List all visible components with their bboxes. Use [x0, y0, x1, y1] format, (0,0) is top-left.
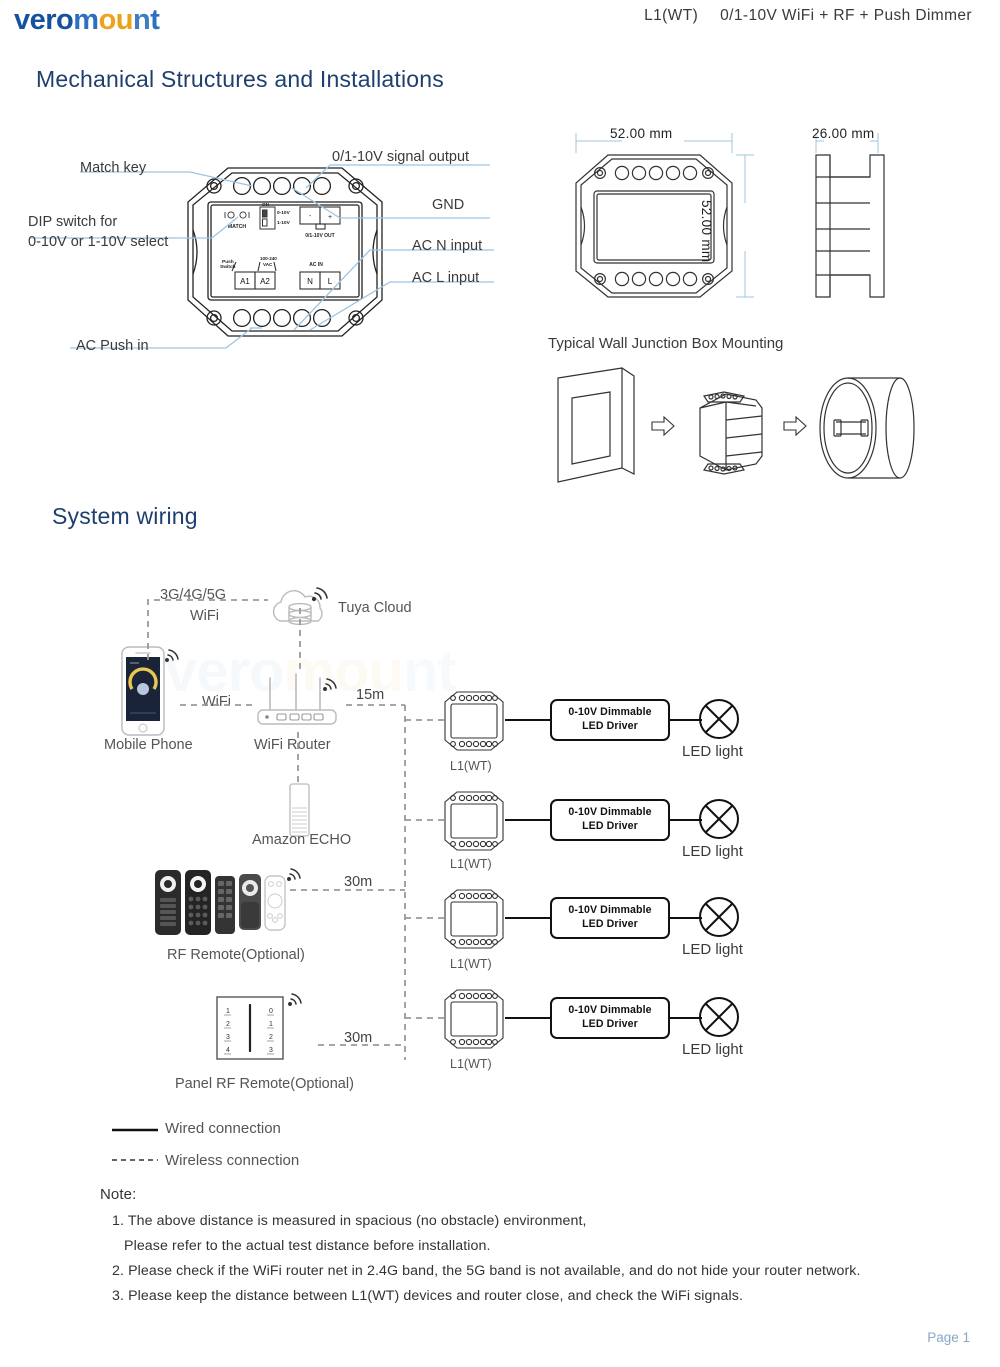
driver-label-3-line1: 0-10V Dimmable: [568, 1004, 652, 1017]
veromount-logo: veromount: [14, 4, 160, 37]
logo-m: m: [73, 4, 99, 36]
dimension-height: 52.00 mm: [699, 200, 714, 263]
logo-vero: vero: [14, 4, 74, 36]
device-label-row-3: L1(WT): [450, 1057, 492, 1071]
distance-label-2: 30m: [344, 1030, 373, 1046]
distance-label-1: 30m: [344, 874, 373, 890]
header-description: 0/1-10V WiFi + RF + Push Dimmer: [720, 7, 972, 24]
section-title-system-wiring: System wiring: [52, 503, 198, 529]
device-label-row-1: L1(WT): [450, 857, 492, 871]
led-light-icon-3: [699, 997, 739, 1037]
header-product-title: L1(WT) 0/1-10V WiFi + RF + Push Dimmer: [644, 7, 972, 25]
driver-label-2-line2: LED Driver: [582, 918, 638, 930]
callout-match-key: Match key: [80, 160, 147, 176]
header-model: L1(WT): [644, 7, 699, 24]
section-title-mechanical: Mechanical Structures and Installations: [36, 66, 444, 92]
device-dimension-side-view: [815, 133, 885, 298]
notes-heading: Note:: [100, 1186, 137, 1203]
datasheet-page: veromount L1(WT) 0/1-10V WiFi + RF + Push…: [0, 0, 1000, 1367]
distance-label-0: 15m: [356, 687, 385, 703]
callout-ac-push-in: AC Push in: [76, 338, 149, 354]
note-item-1: Please refer to the actual test distance…: [124, 1238, 491, 1254]
led-light-label-0: LED light: [682, 743, 743, 760]
device-icon-row-0: [444, 691, 504, 751]
note-item-3: 3. Please keep the distance between L1(W…: [112, 1288, 744, 1304]
callout-signal-output: 0/1-10V signal output: [332, 149, 470, 165]
led-driver-box-1: 0-10V Dimmable LED Driver: [550, 799, 670, 841]
dimension-width: 52.00 mm: [610, 126, 673, 141]
led-light-label-1: LED light: [682, 843, 743, 860]
wire-device-driver-3: [505, 1017, 550, 1020]
callout-dip-switch-line2: 0-10V or 1-10V select: [28, 234, 169, 250]
device-dimension-front-view: [575, 133, 754, 298]
led-light-icon-2: [699, 897, 739, 937]
wall-mounting-title: Typical Wall Junction Box Mounting: [548, 335, 784, 352]
driver-label-0-line1: 0-10V Dimmable: [568, 706, 652, 719]
device-label-row-2: L1(WT): [450, 957, 492, 971]
led-light-icon-0: [699, 699, 739, 739]
page-number: Page 1: [927, 1330, 970, 1345]
logo-o: o: [98, 4, 117, 36]
driver-label-1-line1: 0-10V Dimmable: [568, 806, 652, 819]
note-item-0: 1. The above distance is measured in spa…: [112, 1213, 587, 1229]
note-item-2: 2. Please check if the WiFi router net i…: [112, 1263, 861, 1279]
device-icon-row-1: [444, 791, 504, 851]
device-icon-row-3: [444, 989, 504, 1049]
callout-ac-n-input: AC N input: [412, 238, 483, 254]
driver-label-0-line2: LED Driver: [582, 720, 638, 732]
driver-label-2-line1: 0-10V Dimmable: [568, 904, 652, 917]
callout-ac-l-input: AC L input: [412, 270, 480, 286]
driver-label-3-line2: LED Driver: [582, 1018, 638, 1030]
led-light-icon-1: [699, 799, 739, 839]
device-label-row-0: L1(WT): [450, 759, 492, 773]
legend-wired-label: Wired connection: [165, 1120, 281, 1137]
led-driver-box-0: 0-10V Dimmable LED Driver: [550, 699, 670, 741]
callout-dip-switch-line1: DIP switch for: [28, 214, 118, 230]
led-driver-box-3: 0-10V Dimmable LED Driver: [550, 997, 670, 1039]
logo-u: u: [115, 4, 134, 36]
dimension-depth: 26.00 mm: [812, 126, 875, 141]
device-icon-row-2: [444, 889, 504, 949]
driver-label-1-line2: LED Driver: [582, 820, 638, 832]
led-light-label-3: LED light: [682, 1041, 743, 1058]
logo-t: t: [150, 4, 160, 36]
legend-wireless-label: Wireless connection: [165, 1152, 300, 1169]
legend-line-samples: [112, 1128, 158, 1161]
wire-device-driver-0: [505, 719, 550, 722]
wire-device-driver-1: [505, 819, 550, 822]
wire-device-driver-2: [505, 917, 550, 920]
logo-n: n: [133, 4, 151, 36]
led-light-label-2: LED light: [682, 941, 743, 958]
led-driver-box-2: 0-10V Dimmable LED Driver: [550, 897, 670, 939]
wall-mounting-diagram: [557, 367, 915, 483]
callout-gnd: GND: [432, 197, 465, 213]
